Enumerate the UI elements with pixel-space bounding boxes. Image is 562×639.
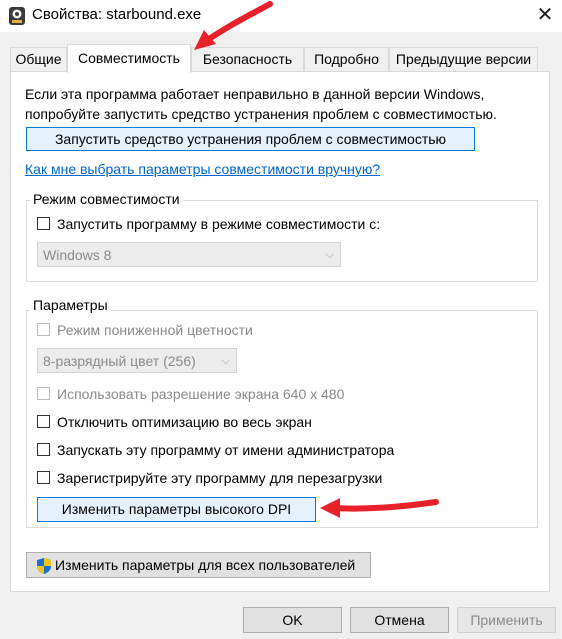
- tab-previous-versions[interactable]: Предыдущие версии: [389, 47, 538, 72]
- register-restart-label: Зарегистрируйте эту программу для переза…: [57, 470, 383, 486]
- reduced-color-label: Режим пониженной цветности: [57, 322, 253, 338]
- cancel-button[interactable]: Отмена: [350, 607, 449, 633]
- tab-strip: Общие Совместимость Безопасность Подробн…: [10, 44, 550, 73]
- tab-label: Совместимость: [78, 50, 180, 66]
- intro-line: попробуйте запустить средство устранения…: [25, 106, 497, 122]
- reduced-color-checkbox: [37, 323, 50, 336]
- uac-shield-icon: [37, 558, 51, 574]
- title-bar: Свойства: starbound.exe ✕: [0, 0, 562, 32]
- all-users-button[interactable]: Изменить параметры для всех пользователе…: [26, 552, 371, 578]
- run-as-admin-checkbox[interactable]: [37, 443, 50, 456]
- disable-fullscreen-checkbox[interactable]: [37, 415, 50, 428]
- run-as-admin-label: Запускать эту программу от имени админис…: [57, 442, 395, 458]
- all-users-label: Изменить параметры для всех пользователе…: [55, 557, 356, 573]
- chevron-down-icon: ⌵: [221, 355, 230, 367]
- register-restart-checkbox[interactable]: [37, 471, 50, 484]
- tab-security[interactable]: Безопасность: [191, 47, 304, 72]
- close-icon: ✕: [536, 4, 554, 26]
- high-dpi-button[interactable]: Изменить параметры высокого DPI: [37, 497, 316, 522]
- tab-details[interactable]: Подробно: [304, 47, 389, 72]
- ok-button[interactable]: OK: [243, 607, 342, 633]
- compat-mode-group: [26, 200, 538, 282]
- color-depth-value: 8-разрядный цвет (256): [43, 353, 196, 369]
- troubleshoot-button[interactable]: Запустить средство устранения проблем с …: [26, 127, 475, 151]
- tab-label: Безопасность: [202, 51, 293, 67]
- tab-compatibility[interactable]: Совместимость: [67, 44, 191, 73]
- res640-checkbox: [37, 387, 50, 400]
- window-title: Свойства: starbound.exe: [32, 6, 202, 23]
- intro-line: Если эта программа работает неправильно …: [25, 86, 485, 102]
- res640-label: Использовать разрешение экрана 640 x 480: [57, 386, 345, 402]
- chevron-down-icon: ⌵: [325, 249, 334, 261]
- compat-mode-title: Режим совместимости: [30, 191, 183, 207]
- color-depth-select: 8-разрядный цвет (256) ⌵: [37, 348, 237, 373]
- compat-os-value: Windows 8: [43, 247, 112, 263]
- compat-os-select: Windows 8 ⌵: [37, 242, 341, 267]
- compat-mode-checkbox[interactable]: [37, 217, 50, 230]
- intro-text: Если эта программа работает неправильно …: [25, 84, 525, 124]
- tab-label: Предыдущие версии: [395, 51, 532, 67]
- manual-settings-link[interactable]: Как мне выбрать параметры совместимости …: [25, 161, 380, 177]
- disable-fullscreen-label: Отключить оптимизацию во весь экран: [57, 414, 312, 430]
- settings-title: Параметры: [30, 297, 111, 313]
- tab-general[interactable]: Общие: [10, 47, 67, 72]
- close-button[interactable]: ✕: [528, 0, 562, 32]
- apply-button[interactable]: Применить: [457, 607, 556, 633]
- compat-mode-label: Запустить программу в режиме совместимос…: [57, 216, 381, 232]
- app-icon: [9, 7, 25, 25]
- tab-label: Подробно: [314, 51, 379, 67]
- tab-label: Общие: [15, 51, 62, 67]
